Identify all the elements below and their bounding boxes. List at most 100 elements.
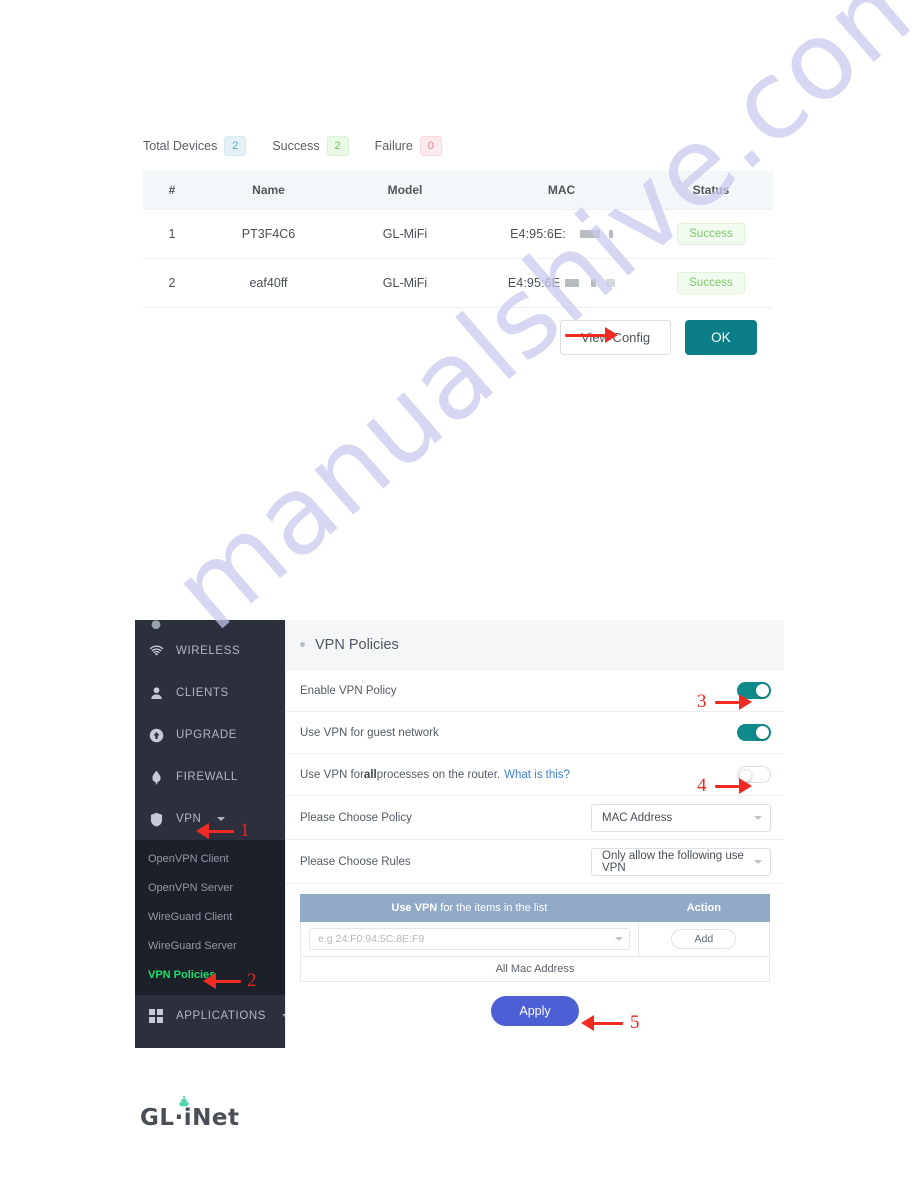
column-header-model: Model <box>336 171 474 210</box>
summary-failure-label: Failure <box>374 139 413 153</box>
callout-arrow-1: 1 <box>196 820 250 842</box>
page-title: VPN Policies <box>315 636 399 653</box>
cell-index: 1 <box>143 209 201 259</box>
choose-policy-select[interactable]: MAC Address <box>591 803 771 832</box>
sidebar-item-label: WIRELESS <box>176 645 241 657</box>
choose-policy-value: MAC Address <box>602 811 673 824</box>
sidebar-subitem-openvpn-server[interactable]: OpenVPN Server <box>135 873 285 902</box>
cell-status: Success <box>649 258 773 308</box>
chevron-down-icon <box>614 937 623 941</box>
setting-row-guest-network: Use VPN for guest network <box>286 712 784 754</box>
sidebar-subitem-wireguard-server[interactable]: WireGuard Server <box>135 931 285 960</box>
summary-total-devices: Total Devices 2 <box>143 136 247 156</box>
sidebar-item-label: UPGRADE <box>176 729 238 741</box>
all-processes-prefix: Use VPN for <box>300 768 364 781</box>
summary-failure: Failure 0 <box>375 136 442 156</box>
sidebar-item-label: APPLICATIONS <box>176 1010 267 1022</box>
apply-button[interactable]: Apply <box>491 996 579 1026</box>
callout-arrow-4: 4 <box>697 775 752 797</box>
callout-arrow-view-config <box>565 327 618 343</box>
table-row: 1 PT3F4C6 GL-MiFi E4:95:6E: Success <box>143 209 773 259</box>
summary-total-devices-badge: 2 <box>224 136 247 156</box>
sidebar-item-wireless[interactable]: WIRELESS <box>135 630 285 672</box>
devices-table: # Name Model MAC Status 1 PT3F4C6 GL-MiF… <box>143 171 773 308</box>
vpn-items-input-row: e.g 24:F0:94:5C:8E:F9 Add <box>300 921 771 957</box>
cell-mac: E4:95:6E <box>474 258 649 308</box>
cell-mac-text: E4:95:6E: <box>510 227 566 241</box>
status-badge: Success <box>677 272 745 294</box>
all-processes-middle: processes on the router. <box>376 768 501 781</box>
sidebar-item-label: FIREWALL <box>176 771 238 783</box>
gl-inet-logo: GL · iNet <box>140 1096 240 1131</box>
logo-text-inet: iNet <box>183 1105 240 1131</box>
user-icon <box>148 685 164 701</box>
partial-icon <box>148 620 164 630</box>
watermark-text: manualshive.com <box>150 0 918 655</box>
setting-row-choose-policy: Please Choose Policy MAC Address <box>286 796 784 840</box>
sidebar-item-firewall[interactable]: FIREWALL <box>135 756 285 798</box>
vpn-items-row: All Mac Address <box>300 956 770 982</box>
redaction-block <box>591 279 597 287</box>
content-header: VPN Policies <box>286 620 784 670</box>
what-is-this-link[interactable]: What is this? <box>504 769 570 781</box>
ok-button[interactable]: OK <box>685 320 757 355</box>
column-header-status: Status <box>649 171 773 210</box>
redaction-block <box>606 279 616 287</box>
sidebar-item-partial-above[interactable] <box>135 620 285 630</box>
vpn-items-header: Use VPN for the items in the list <box>300 894 639 922</box>
cell-mac-text: E4:95:6E <box>507 276 561 290</box>
vpn-items-header-row: Use VPN for the items in the list Action <box>300 894 771 922</box>
cell-index: 2 <box>143 258 201 308</box>
sidebar-item-clients[interactable]: CLIENTS <box>135 672 285 714</box>
wifi-icon <box>148 643 164 659</box>
cell-status: Success <box>649 209 773 259</box>
callout-number-5: 5 <box>630 1012 640 1033</box>
choose-rules-select[interactable]: Only allow the following use VPN <box>591 847 771 876</box>
vpn-items-list-wrap: Use VPN for the items in the list Action… <box>286 884 784 1026</box>
callout-number-2: 2 <box>247 970 257 991</box>
flame-icon <box>148 769 164 785</box>
bullet-icon <box>300 642 305 647</box>
column-header-mac: MAC <box>474 171 649 210</box>
callout-arrow-2: 2 <box>203 970 257 992</box>
grid-icon <box>148 1008 164 1024</box>
summary-row: Total Devices 2 Success 2 Failure 0 <box>143 133 773 159</box>
all-processes-bold: all <box>363 768 377 781</box>
setting-label: Use VPN for all processes on the router.… <box>300 769 570 781</box>
summary-total-devices-label: Total Devices <box>143 139 218 153</box>
callout-arrow-3: 3 <box>697 691 752 713</box>
column-header-index: # <box>143 171 201 210</box>
use-vpn-guest-network-toggle[interactable] <box>737 724 771 741</box>
choose-policy-label: Please Choose Policy <box>300 811 412 824</box>
chevron-down-icon <box>754 859 762 864</box>
sidebar-item-upgrade[interactable]: UPGRADE <box>135 714 285 756</box>
upgrade-arrow-icon <box>148 727 164 743</box>
cell-name: eaf40ff <box>201 258 336 308</box>
mac-address-input[interactable]: e.g 24:F0:94:5C:8E:F9 <box>309 928 630 950</box>
setting-label: Use VPN for guest network <box>300 726 439 739</box>
cell-model: GL-MiFi <box>336 258 474 308</box>
apply-wrap: Apply <box>300 982 770 1026</box>
summary-success-label: Success <box>272 139 320 153</box>
sidebar-item-label: CLIENTS <box>176 687 229 699</box>
summary-success-badge: 2 <box>326 136 349 156</box>
shield-icon <box>148 811 164 827</box>
column-header-name: Name <box>201 171 336 210</box>
add-button[interactable]: Add <box>671 929 737 949</box>
redaction-block <box>579 230 600 238</box>
vpn-items-action-cell: Add <box>637 921 771 957</box>
devices-table-header-row: # Name Model MAC Status <box>143 171 773 210</box>
sidebar-subitem-wireguard-client[interactable]: WireGuard Client <box>135 902 285 931</box>
setting-row-choose-rules: Please Choose Rules Only allow the follo… <box>286 840 784 884</box>
cell-name: PT3F4C6 <box>201 209 336 259</box>
choose-rules-value: Only allow the following use VPN <box>602 849 744 874</box>
sidebar-item-applications[interactable]: APPLICATIONS <box>135 995 285 1037</box>
sidebar-subitem-openvpn-client[interactable]: OpenVPN Client <box>135 844 285 873</box>
device-result-panel: Total Devices 2 Success 2 Failure 0 # Na… <box>143 133 773 308</box>
vpn-items-input-cell: e.g 24:F0:94:5C:8E:F9 <box>300 921 639 957</box>
logo-text-gl: GL <box>140 1105 175 1131</box>
choose-rules-label: Please Choose Rules <box>300 855 411 868</box>
all-mac-address-row: All Mac Address <box>300 956 770 982</box>
vpn-items-header-bold: Use VPN <box>391 902 438 914</box>
chevron-down-icon <box>754 815 762 820</box>
